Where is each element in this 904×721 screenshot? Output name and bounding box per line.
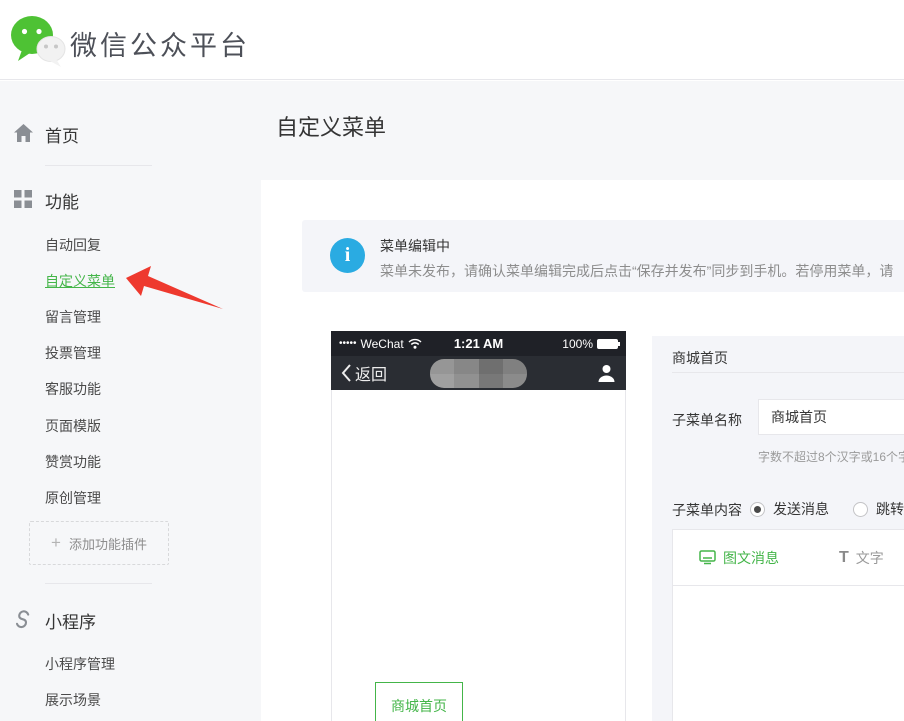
battery-percent: 100%: [562, 337, 593, 351]
banner-description: 菜单未发布，请确认菜单编辑完成后点击“保存并发布”同步到手机。若停用菜单，请: [380, 261, 893, 281]
sidebar-item-reward-feature[interactable]: 赞赏功能: [45, 452, 101, 472]
content-type-radio-group: 发送消息 跳转网页: [750, 499, 904, 519]
sidebar-item-message-management[interactable]: 留言管理: [45, 307, 101, 327]
page-title: 自定义菜单: [276, 110, 386, 142]
sidebar-item-page-template[interactable]: 页面模版: [45, 416, 101, 436]
sidebar-item-miniprogram[interactable]: 小程序: [45, 608, 96, 633]
editor-panel-title: 商城首页: [672, 348, 728, 368]
home-icon: [14, 124, 33, 142]
submenu-popup: 商城首页 特价门票: [375, 682, 463, 721]
sidebar-item-miniprogram-management[interactable]: 小程序管理: [45, 654, 115, 674]
sidebar-item-original-management[interactable]: 原创管理: [45, 488, 101, 508]
wechat-mp-screen: 微信公众平台 首页 功能 自动回复 自定义菜单 留言管理 投票管理 客服功能 页…: [0, 0, 904, 721]
sidebar-item-custom-menu[interactable]: 自定义菜单: [45, 271, 115, 291]
submenu-editor-panel: 商城首页 子菜单名称 字数不超过8个汉字或16个字母 子菜单内容 发送消息 跳转…: [652, 336, 904, 721]
phone-nav-bar: 返回: [331, 356, 626, 390]
message-content-box: 图文消息 T 文字: [672, 529, 904, 721]
banner-title: 菜单编辑中: [380, 236, 450, 256]
back-label: 返回: [355, 361, 387, 385]
radio-label: 跳转网页: [876, 499, 904, 519]
phone-status-bar: ••••• WeChat 1:21 AM 100%: [331, 331, 626, 356]
battery-icon: [597, 339, 618, 349]
sidebar-divider: [45, 165, 152, 166]
sidebar-item-home[interactable]: 首页: [45, 122, 79, 147]
sidebar-item-customer-service[interactable]: 客服功能: [45, 379, 101, 399]
radio-label: 发送消息: [773, 499, 829, 519]
censored-account-name: [430, 359, 527, 388]
tab-text[interactable]: T 文字: [839, 548, 884, 568]
content-tabs: 图文消息 T 文字: [673, 530, 904, 586]
contact-person-icon[interactable]: [597, 364, 616, 382]
info-icon: i: [330, 238, 365, 273]
wechat-logo-icon: [10, 14, 66, 68]
radio-option-send-message[interactable]: 发送消息: [750, 499, 829, 519]
tab-label: 图文消息: [723, 548, 779, 568]
chevron-left-icon: [341, 364, 351, 382]
features-grid-icon: [14, 190, 32, 208]
submenu-content-label: 子菜单内容: [672, 500, 742, 520]
editor-divider: [672, 372, 904, 373]
phone-screen-body: 商城首页 特价门票: [331, 390, 626, 721]
phone-preview: ••••• WeChat 1:21 AM 100% 返回: [331, 331, 626, 721]
miniprogram-icon: [12, 609, 33, 630]
plus-icon: +: [51, 533, 61, 553]
radio-selected-icon: [750, 502, 765, 517]
menu-editing-banner: i 菜单编辑中 菜单未发布，请确认菜单编辑完成后点击“保存并发布”同步到手机。若…: [302, 220, 904, 292]
annotation-arrow-icon: [118, 258, 230, 316]
add-plugin-label: 添加功能插件: [69, 534, 147, 553]
add-plugin-button[interactable]: + 添加功能插件: [29, 521, 169, 565]
sidebar-item-display-scene[interactable]: 展示场景: [45, 690, 101, 710]
top-header: 微信公众平台: [0, 0, 904, 80]
radio-option-jump-page[interactable]: 跳转网页: [853, 499, 904, 519]
image-text-icon: [699, 550, 716, 565]
text-icon: T: [839, 549, 849, 567]
tab-label: 文字: [856, 548, 884, 568]
sidebar-divider-2: [45, 583, 152, 584]
submenu-item-selected[interactable]: 商城首页: [375, 682, 463, 721]
back-button[interactable]: 返回: [341, 361, 387, 385]
submenu-name-label: 子菜单名称: [672, 410, 742, 430]
sidebar-item-features[interactable]: 功能: [45, 188, 79, 213]
radio-unselected-icon: [853, 502, 868, 517]
name-helper-text: 字数不超过8个汉字或16个字母: [758, 448, 904, 465]
sidebar-item-vote-management[interactable]: 投票管理: [45, 343, 101, 363]
submenu-name-input[interactable]: [758, 399, 904, 435]
tab-image-text-message[interactable]: 图文消息: [699, 548, 779, 568]
brand-title: 微信公众平台: [70, 24, 250, 63]
sidebar-item-auto-reply[interactable]: 自动回复: [45, 235, 101, 255]
